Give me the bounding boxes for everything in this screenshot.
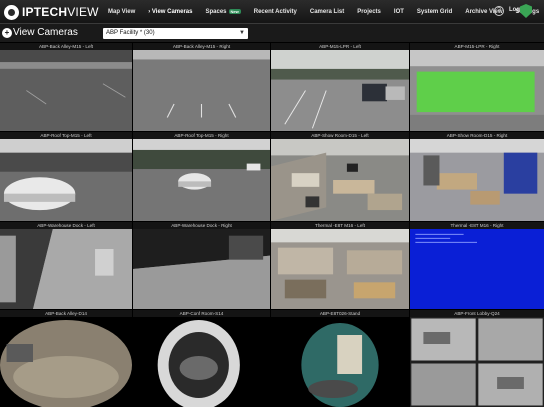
camera-tile[interactable]: ABP-Warehouse Dock - Right	[133, 222, 270, 309]
camera-label: ABP-Conf Room-S14	[133, 310, 270, 317]
nav-recent-activity[interactable]: Recent Activity	[254, 9, 297, 15]
camera-feed	[133, 139, 270, 221]
camera-feed	[0, 139, 132, 221]
camera-label: ABP-Show Room-D15 - Left	[271, 132, 409, 139]
page-title: View Cameras	[13, 27, 78, 38]
camera-feed	[0, 50, 132, 131]
camera-label: ABP-Show Room-D15 - Right	[410, 132, 544, 139]
brand-name: IPTECHVIEW	[22, 5, 99, 19]
new-badge: New	[228, 8, 241, 14]
camera-label: ABP-Warehouse Dock - Left	[0, 222, 132, 229]
plus-icon[interactable]: +	[2, 28, 12, 38]
camera-tile[interactable]: ABP-Warehouse Dock - Left	[0, 222, 132, 309]
camera-label: ABP-Back Alley-M15 - Left	[0, 43, 132, 50]
nav-projects[interactable]: Projects	[357, 9, 381, 15]
camera-feed	[0, 317, 132, 407]
camera-feed	[271, 229, 409, 309]
camera-tile[interactable]: ABP-Roof Top-M15 - Right	[133, 132, 270, 221]
camera-feed	[133, 317, 270, 407]
camera-label: Thermal -E8T M16 - Right	[410, 222, 544, 229]
nav-map-view[interactable]: Map View	[108, 9, 135, 15]
camera-feed	[410, 50, 544, 131]
camera-label: ABP-M15-LPR - Left	[271, 43, 409, 50]
top-navigation-bar: IPTECHVIEW Map View › View Cameras Space…	[0, 0, 544, 24]
nav-camera-list[interactable]: Camera List	[310, 9, 344, 15]
camera-tile[interactable]: ABP-Front Lobby-Q24	[410, 310, 544, 407]
nav-system-grid[interactable]: System Grid	[417, 9, 452, 15]
camera-label: ABP-Front Lobby-Q24	[410, 310, 544, 317]
camera-tile[interactable]: ABP-Conf Room-S14	[133, 310, 270, 407]
camera-label: ABP-Back Alley-D14	[0, 310, 132, 317]
camera-label: ABP-Roof Top-M15 - Left	[0, 132, 132, 139]
logo-icon	[4, 4, 19, 20]
chevron-down-icon: ▼	[239, 30, 245, 36]
nav-spaces[interactable]: Spaces New	[205, 8, 241, 16]
camera-label: ABP-E8T026-Stand	[271, 310, 409, 317]
camera-feed	[133, 229, 270, 309]
facility-select-value: ABP Facility * (30)	[106, 30, 155, 36]
camera-grid: ABP-Back Alley-M15 - Left ABP-Back Alley…	[0, 43, 544, 407]
camera-feed	[271, 139, 409, 221]
camera-feed	[133, 50, 270, 131]
camera-tile[interactable]: Thermal -E8T M16 - Right	[410, 222, 544, 309]
help-icon[interactable]: ?	[494, 6, 504, 16]
camera-label: ABP-Warehouse Dock - Right	[133, 222, 270, 229]
camera-feed	[410, 317, 544, 407]
camera-tile[interactable]: ABP-Back Alley-D14	[0, 310, 132, 407]
brand-logo[interactable]: IPTECHVIEW	[4, 4, 99, 20]
camera-feed	[271, 50, 409, 131]
camera-tile[interactable]: ABP-Roof Top-M15 - Left	[0, 132, 132, 221]
camera-tile[interactable]: ABP-Back Alley-M15 - Left	[0, 43, 132, 131]
camera-tile[interactable]: ABP-M15-LPR - Left	[271, 43, 409, 131]
facility-select[interactable]: ABP Facility * (30) ▼	[103, 28, 248, 39]
camera-tile[interactable]: ABP-E8T026-Stand	[271, 310, 409, 407]
camera-tile[interactable]: ABP-Show Room-D15 - Left	[271, 132, 409, 221]
camera-tile[interactable]: ABP-Back Alley-M15 - Right	[133, 43, 270, 131]
nav-spaces-label: Spaces	[205, 9, 227, 16]
camera-tile[interactable]: ABP-Show Room-D15 - Right	[410, 132, 544, 221]
camera-feed	[271, 317, 409, 407]
camera-label: ABP-Back Alley-M15 - Right	[133, 43, 270, 50]
nav-iot[interactable]: IOT	[394, 9, 404, 15]
camera-label: ABP-M15-LPR - Right	[410, 43, 544, 50]
nav-view-cameras[interactable]: › View Cameras	[148, 9, 192, 15]
camera-feed	[410, 229, 544, 309]
camera-tile[interactable]: ABP-M15-LPR - Right	[410, 43, 544, 131]
camera-tile[interactable]: Thermal -E8T M16 - Left	[271, 222, 409, 309]
camera-label: Thermal -E8T M16 - Left	[271, 222, 409, 229]
main-menu: Map View › View Cameras Spaces New Recent…	[108, 0, 544, 24]
page-header: + View Cameras ABP Facility * (30) ▼	[0, 24, 544, 42]
camera-feed	[410, 139, 544, 221]
logout-link[interactable]: Log	[509, 7, 520, 13]
camera-label: ABP-Roof Top-M15 - Right	[133, 132, 270, 139]
camera-feed	[0, 229, 132, 309]
